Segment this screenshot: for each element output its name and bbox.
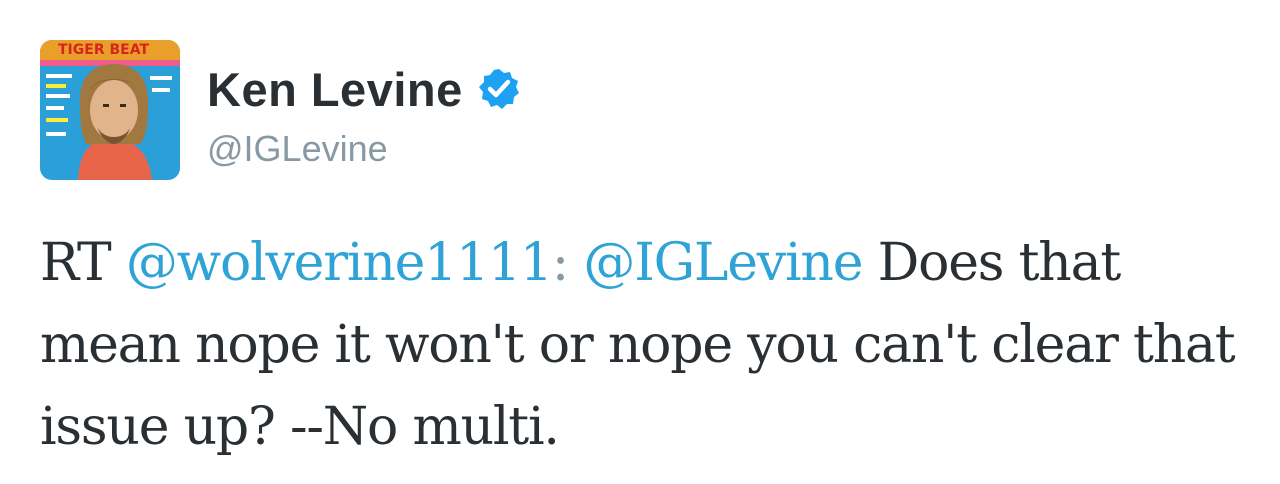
author-avatar[interactable]: TIGER BEAT — [40, 40, 180, 180]
mention-separator: : — [551, 233, 570, 293]
author-display-name[interactable]: Ken Levine — [207, 62, 463, 117]
mention-link-iglevine[interactable]: @IGLevine — [583, 233, 863, 293]
verified-badge-icon — [477, 67, 521, 111]
avatar-magazine-title: TIGER BEAT — [58, 42, 149, 58]
separator-space — [568, 233, 583, 293]
avatar-image: TIGER BEAT — [40, 40, 180, 180]
tweet-text: RT @wolverine1111: @IGLevine Does that m… — [40, 222, 1260, 468]
name-row: Ken Levine — [207, 58, 521, 120]
tweet-card: TIGER BEAT Ken Levine @IGLevine RT @wolv… — [0, 0, 1280, 484]
mention-link-wolverine1111[interactable]: @wolverine1111 — [126, 233, 553, 293]
tweet-header: Ken Levine @IGLevine — [207, 58, 521, 170]
author-handle[interactable]: @IGLevine — [207, 128, 521, 170]
retweet-prefix: RT — [40, 233, 126, 293]
